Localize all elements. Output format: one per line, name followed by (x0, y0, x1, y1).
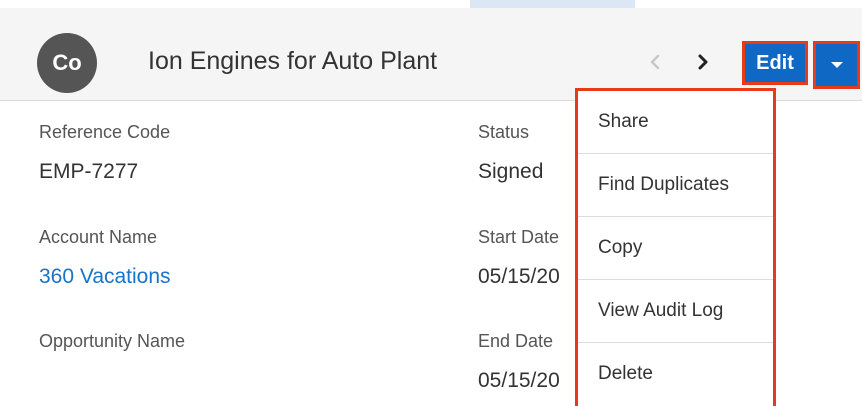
account-name-label: Account Name (39, 227, 158, 247)
edit-button[interactable]: Edit (742, 41, 808, 85)
avatar: Co (37, 33, 97, 93)
actions-menu: Share Find Duplicates Copy View Audit Lo… (575, 88, 776, 406)
menu-item-share[interactable]: Share (578, 91, 773, 154)
caret-down-icon (830, 62, 843, 68)
reference-code-value: EMP-7277 (39, 160, 139, 183)
status-label: Status (478, 122, 530, 142)
actions-dropdown-button[interactable] (813, 41, 860, 89)
end-date-value: 05/15/20 (478, 369, 560, 392)
menu-item-view-audit-log[interactable]: View Audit Log (578, 280, 773, 343)
chevron-right-icon (698, 54, 708, 70)
menu-item-delete[interactable]: Delete (578, 343, 773, 405)
chevron-left-icon (650, 54, 660, 70)
account-name-link[interactable]: 360 Vacations (39, 265, 171, 289)
reference-code-label: Reference Code (39, 122, 171, 142)
menu-item-find-duplicates[interactable]: Find Duplicates (578, 154, 773, 217)
status-value: Signed (478, 160, 544, 183)
start-date-label: Start Date (478, 227, 560, 247)
record-title: Ion Engines for Auto Plant (148, 47, 438, 75)
end-date-label: End Date (478, 331, 554, 351)
start-date-value: 05/15/20 (478, 265, 560, 288)
menu-item-copy[interactable]: Copy (578, 217, 773, 280)
clipped-highlight (470, 0, 635, 8)
opportunity-name-label: Opportunity Name (39, 331, 186, 351)
previous-record-button[interactable] (645, 47, 665, 77)
next-record-button[interactable] (693, 47, 713, 77)
clipped-top-strip (0, 0, 862, 8)
